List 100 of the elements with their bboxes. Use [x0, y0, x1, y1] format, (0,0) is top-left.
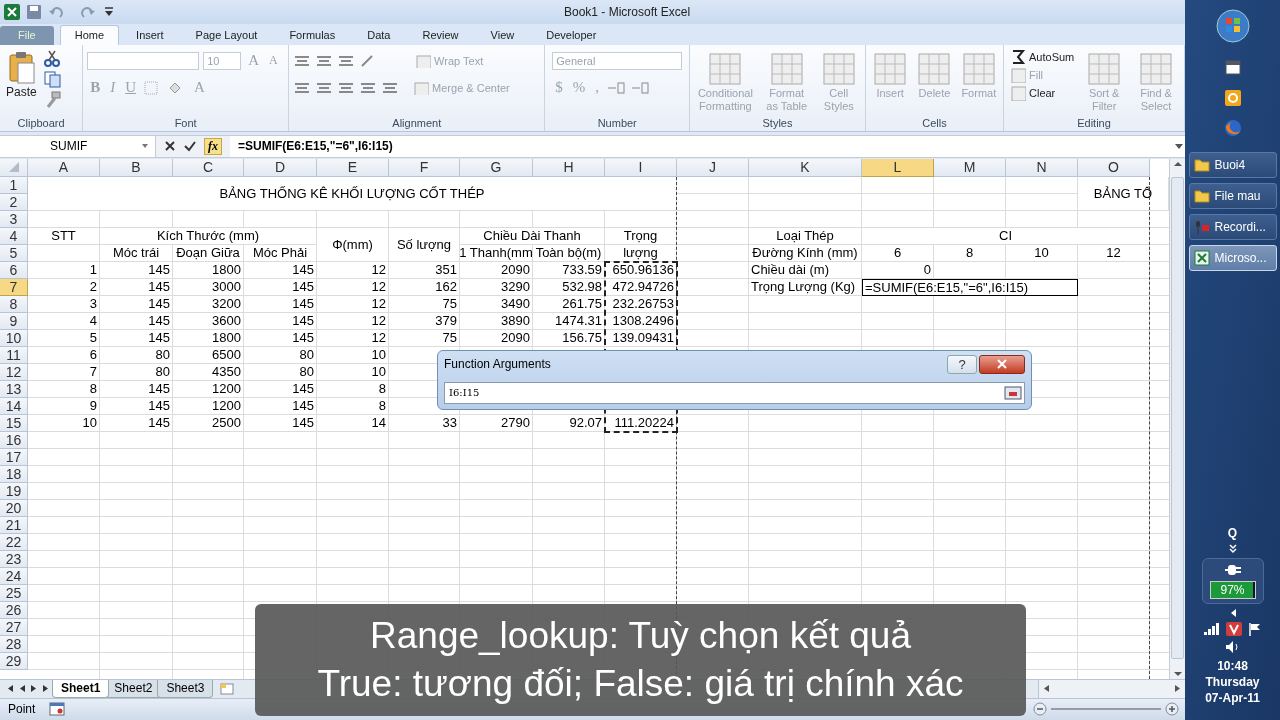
save-icon[interactable] [26, 3, 42, 20]
column-header[interactable]: G [460, 158, 533, 177]
column-header[interactable]: F [389, 158, 460, 177]
table-cell: BẢNG TỔ [1078, 176, 1169, 211]
caption-line: True: tương đối; False: giá trị chính xác [317, 662, 964, 706]
editing-button[interactable]: Clear [1008, 84, 1077, 101]
column-header[interactable]: K [749, 158, 862, 177]
range-input-field[interactable]: I6:I15 [444, 381, 1025, 404]
ribbon-tab[interactable]: Developer [531, 24, 612, 45]
outlook-icon[interactable] [1222, 88, 1243, 108]
sheet-tab[interactable]: Sheet3 [157, 679, 214, 698]
vertical-scrollbar[interactable] [1169, 158, 1185, 679]
microphone-icon [1193, 219, 1210, 235]
copy-icon[interactable] [42, 69, 61, 88]
excel-logo-icon[interactable] [4, 3, 20, 20]
column-header[interactable]: E [317, 158, 389, 177]
group-label: Alignment [391, 115, 443, 131]
window-title: Book1 - Microsoft Excel [564, 4, 692, 19]
next-sheet-icon[interactable] [30, 684, 38, 694]
close-icon [996, 359, 1008, 370]
cell-editor[interactable]: =SUMIF(E6:E15,"=6",I6:I15) [862, 278, 1078, 296]
folder-icon [1193, 188, 1210, 204]
clipboard-icon [6, 50, 37, 85]
zoom-in-icon[interactable] [1165, 702, 1179, 717]
editing-button[interactable]: AutoSum [1008, 48, 1077, 65]
speaker-icon[interactable] [1224, 640, 1241, 654]
table-cell: BẢNG THỐNG KÊ KHỐI LƯỢNG CỐT THÉP [28, 176, 677, 211]
sheet-tab[interactable]: Sheet1 [52, 679, 110, 698]
column-header[interactable]: C [173, 158, 244, 177]
flag-icon[interactable] [1247, 622, 1262, 636]
last-sheet-icon[interactable] [42, 684, 50, 694]
zoom-out-icon[interactable] [1033, 702, 1047, 717]
power-plug-icon[interactable] [1223, 563, 1242, 577]
battery-reading: 97% [1220, 583, 1245, 597]
signal-bars-icon[interactable] [1203, 623, 1220, 635]
taskbar-button[interactable]: Recordi... [1188, 214, 1277, 240]
ribbon-tab[interactable]: Formulas [274, 24, 351, 45]
ribbon-tab[interactable]: Home [59, 24, 120, 45]
ribbon-tab[interactable]: Page Layout [180, 24, 273, 45]
start-orb-icon[interactable] [1214, 8, 1251, 44]
status-mode: Point [8, 702, 36, 717]
select-all-icon [8, 162, 19, 173]
customize-menu-icon[interactable] [104, 5, 114, 18]
folder-icon [1193, 157, 1210, 173]
browser-globe-icon[interactable] [1222, 118, 1243, 138]
column-header[interactable]: L [862, 158, 934, 177]
ribbon-tab[interactable]: View [475, 24, 530, 45]
ribbon-tab[interactable]: Insert [121, 24, 179, 45]
ribbon-grid-icon [872, 50, 909, 87]
enter-check-icon[interactable] [184, 140, 196, 153]
group-label: Cells [921, 115, 948, 131]
scissors-icon[interactable] [42, 48, 61, 67]
taskbar-button[interactable]: File mau [1188, 183, 1277, 209]
column-header[interactable]: M [934, 158, 1006, 177]
group-label: Number [596, 115, 638, 131]
excel-icon [1193, 250, 1210, 266]
ribbon-tab[interactable]: Review [407, 24, 474, 45]
group-label: Clipboard [16, 115, 66, 131]
macro-record-icon[interactable] [49, 702, 66, 717]
expand-dialog-icon[interactable] [1004, 385, 1022, 400]
ribbon-grid-icon [916, 50, 953, 87]
ribbon-grid-icon [820, 50, 857, 87]
formula-field[interactable]: =SUMIF(E6:E15,"=6",I6:I15) [230, 139, 1173, 154]
column-header[interactable]: D [244, 158, 317, 177]
dialog-title: Function Arguments [444, 357, 551, 372]
group-label: Styles [761, 115, 794, 131]
column-header[interactable]: N [1006, 158, 1078, 177]
first-sheet-icon[interactable] [6, 684, 14, 694]
ribbon-tab[interactable]: Data [352, 24, 406, 45]
help-button[interactable]: ? [947, 354, 977, 374]
ribbon-grid-icon [768, 50, 805, 87]
calendar-icon[interactable] [1223, 58, 1242, 76]
ribbon-grid-icon [960, 50, 997, 87]
sigma-icon [1010, 48, 1026, 65]
group-label: Editing [1076, 115, 1112, 131]
column-header[interactable]: O [1078, 158, 1150, 177]
column-header[interactable]: J [677, 158, 749, 177]
cancel-icon[interactable] [164, 140, 176, 153]
ribbon-grid-icon [707, 50, 744, 87]
taskbar-button[interactable]: Buoi4 [1188, 152, 1277, 178]
chevron-icon[interactable] [1227, 544, 1238, 554]
clock-day[interactable]: Thursday [1205, 674, 1260, 690]
clock-time[interactable]: 10:48 [1205, 658, 1260, 674]
scroll-right-icon[interactable] [1174, 684, 1182, 694]
v-badge-icon[interactable] [1225, 622, 1242, 636]
prev-sheet-icon[interactable] [18, 684, 26, 694]
tray-label[interactable]: Q [1227, 526, 1238, 540]
column-header[interactable]: H [533, 158, 605, 177]
font-name-field[interactable] [87, 51, 200, 70]
column-header[interactable]: A [28, 158, 100, 177]
column-header[interactable]: I [605, 158, 677, 177]
column-header[interactable]: B [100, 158, 173, 177]
clock-date[interactable]: 07-Apr-11 [1205, 690, 1260, 706]
scroll-left-icon[interactable] [1042, 684, 1050, 694]
caption-line: Range_lookup: Tuỳ chọn kết quả [370, 614, 911, 658]
horizontal-scrollbar[interactable] [1038, 679, 1185, 698]
taskbar-button[interactable]: Microso... [1188, 245, 1277, 271]
close-button[interactable] [979, 354, 1025, 374]
paste-button[interactable]: Paste [4, 48, 39, 101]
insert-function-button[interactable]: fx [204, 137, 222, 155]
